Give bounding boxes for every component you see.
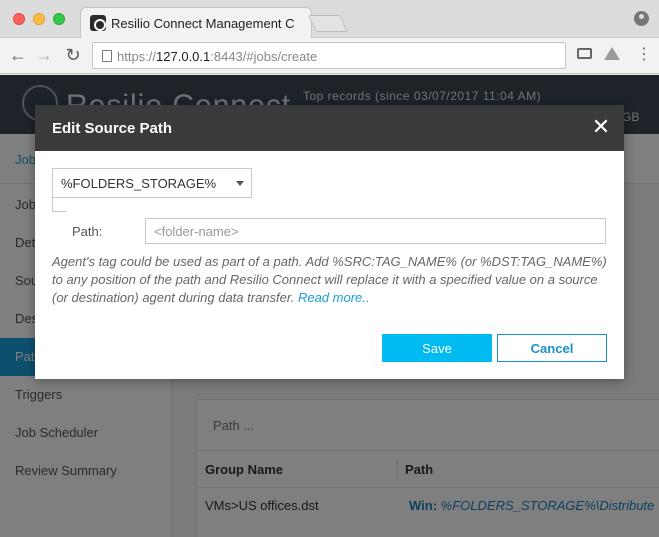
window-close-icon[interactable] (13, 13, 25, 25)
page-info-icon[interactable] (102, 50, 112, 62)
save-button[interactable]: Save (382, 334, 492, 362)
edit-source-path-dialog: Edit Source Path ✕ %FOLDERS_STORAGE% Pat… (35, 105, 624, 379)
dialog-title: Edit Source Path (52, 120, 173, 137)
back-arrow-icon[interactable]: ← (7, 45, 29, 65)
help-text: Agent's tag could be used as part of a p… (52, 254, 607, 305)
cancel-button[interactable]: Cancel (497, 334, 607, 362)
close-icon[interactable]: ✕ (589, 115, 613, 139)
new-tab-button[interactable] (308, 15, 348, 32)
browser-tab[interactable]: Resilio Connect Management C (80, 7, 312, 38)
forward-arrow-icon[interactable]: → (33, 45, 55, 65)
path-input[interactable] (145, 218, 606, 244)
profile-icon[interactable] (634, 11, 649, 26)
resilio-favicon-icon (90, 15, 106, 31)
browser-tab-bar: Resilio Connect Management C (0, 0, 659, 38)
read-more-link[interactable]: Read more.. (298, 290, 370, 305)
reload-icon[interactable]: ↻ (62, 45, 84, 65)
cast-icon[interactable] (577, 48, 592, 59)
caret-down-icon (236, 181, 244, 186)
dialog-header: Edit Source Path ✕ (35, 105, 624, 151)
path-label: Path: (72, 224, 103, 239)
tag-select[interactable]: %FOLDERS_STORAGE% (52, 168, 252, 198)
tag-select-value: %FOLDERS_STORAGE% (61, 176, 217, 191)
tab-title: Resilio Connect Management C (111, 16, 295, 31)
drive-icon[interactable] (604, 47, 620, 60)
tree-connector (52, 198, 66, 212)
url-text: https://127.0.0.1:8443/#jobs/create (117, 49, 318, 64)
browser-menu-icon[interactable]: ⋮ (636, 45, 652, 65)
address-bar[interactable]: https://127.0.0.1:8443/#jobs/create (92, 42, 566, 69)
browser-toolbar: ← → ↻ https://127.0.0.1:8443/#jobs/creat… (0, 38, 659, 74)
window-minimize-icon[interactable] (33, 13, 45, 25)
window-zoom-icon[interactable] (53, 13, 65, 25)
